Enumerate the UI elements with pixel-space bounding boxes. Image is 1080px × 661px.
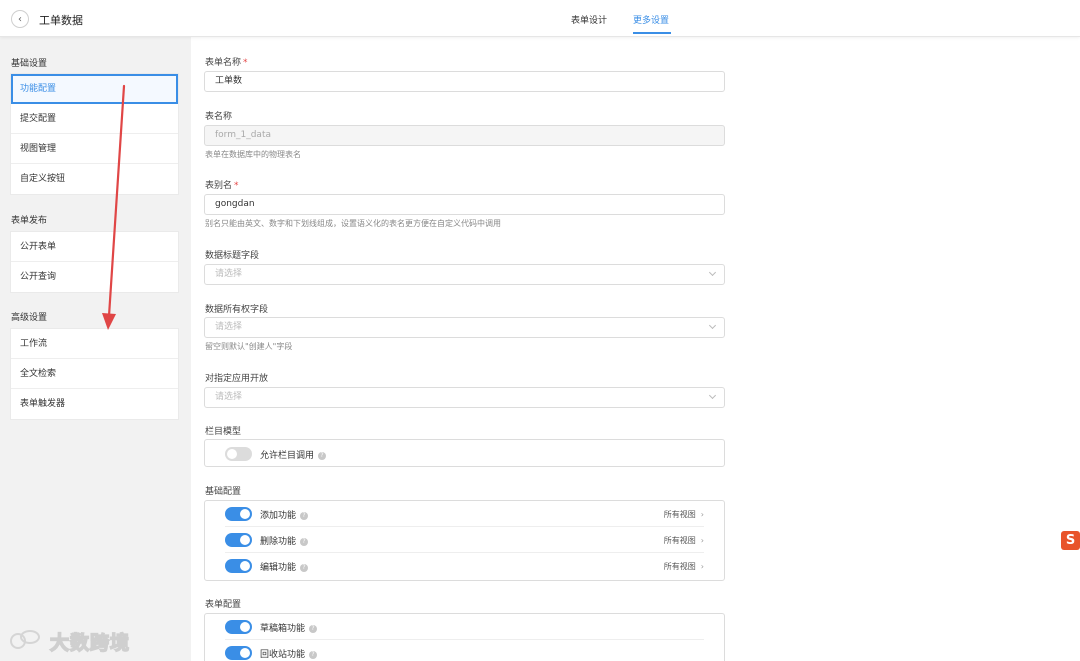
column-model-label: 栏目模型	[205, 427, 242, 437]
sidebar-section-title: 表单发布	[11, 216, 48, 226]
chevron-right-icon: ›	[700, 562, 704, 571]
allow-column-toggle[interactable]	[225, 447, 252, 461]
table-name-hint: 表单在数据库中的物理表名	[205, 150, 301, 159]
chevron-right-icon: ›	[700, 536, 704, 545]
form-name-label: 表单名称 *	[205, 58, 248, 68]
recycle-function-label: 回收站功能?	[260, 647, 318, 660]
chevron-down-icon	[708, 268, 717, 277]
sidebar-item-workflow[interactable]: 工作流	[11, 329, 178, 359]
column-model-panel: 允许栏目调用?	[204, 439, 725, 467]
help-icon: ?	[318, 452, 327, 460]
watermark-text: 大数跨境	[49, 631, 131, 655]
chevron-left-icon: ‹	[18, 13, 22, 25]
owner-field-label: 数据所有权字段	[205, 305, 269, 315]
table-name-input: form_1_data	[204, 125, 725, 146]
sidebar-item-public-form[interactable]: 公开表单	[11, 232, 178, 262]
top-bar: ‹ 工单数据 表单设计 更多设置	[0, 0, 1080, 37]
sidebar-section-title: 高级设置	[11, 313, 48, 323]
sidebar-item-submit-config[interactable]: 提交配置	[11, 104, 178, 134]
chevron-down-icon	[708, 321, 717, 330]
title-field-placeholder: 请选择	[215, 269, 243, 279]
sidebar-item-custom-buttons[interactable]: 自定义按钮	[11, 164, 178, 194]
allow-column-label: 允许栏目调用?	[260, 448, 327, 461]
sidebar-item-fulltext-search[interactable]: 全文检索	[11, 359, 178, 389]
open-to-app-label: 对指定应用开放	[205, 374, 269, 384]
page-title: 工单数据	[39, 14, 83, 27]
draft-function-toggle[interactable]	[225, 620, 252, 634]
help-icon: ?	[309, 625, 318, 633]
owner-field-placeholder: 请选择	[215, 322, 243, 332]
form-name-input[interactable]: 工单数	[204, 71, 725, 92]
tab-more-settings[interactable]: 更多设置	[633, 13, 669, 26]
chevron-down-icon	[708, 391, 717, 400]
edit-function-label: 编辑功能?	[260, 560, 309, 573]
alias-input[interactable]: gongdan	[204, 194, 725, 215]
edit-function-toggle[interactable]	[225, 559, 252, 573]
table-name-label: 表名称	[205, 112, 233, 122]
chevron-right-icon: ›	[700, 510, 704, 519]
help-icon: ?	[300, 512, 309, 520]
add-function-toggle[interactable]	[225, 507, 252, 521]
back-button[interactable]: ‹	[11, 10, 29, 28]
open-to-app-placeholder: 请选择	[215, 392, 243, 402]
draft-function-label: 草稿箱功能?	[260, 621, 318, 634]
form-config-panel: 草稿箱功能? 回收站功能?	[204, 613, 725, 661]
draft-function-row: 草稿箱功能?	[225, 614, 704, 640]
owner-field-hint: 留空则默认"创建人"字段	[205, 342, 293, 351]
help-icon: ?	[300, 564, 309, 572]
add-function-views-link[interactable]: 所有视图 ›	[664, 509, 704, 520]
sidebar-group-basic: 功能配置 提交配置 视图管理 自定义按钮	[10, 73, 179, 195]
edit-function-row: 编辑功能? 所有视图 ›	[225, 553, 704, 579]
help-icon: ?	[300, 538, 309, 546]
column-model-row: 允许栏目调用?	[225, 440, 704, 466]
sidebar-item-form-trigger[interactable]: 表单触发器	[11, 389, 178, 419]
open-to-app-select[interactable]: 请选择	[204, 387, 725, 408]
recycle-function-toggle[interactable]	[225, 646, 252, 660]
help-icon: ?	[309, 651, 318, 659]
add-function-row: 添加功能? 所有视图 ›	[225, 501, 704, 527]
sidebar-group-publish: 公开表单 公开查询	[10, 231, 179, 293]
owner-field-select[interactable]: 请选择	[204, 317, 725, 338]
watermark: 大数跨境	[10, 628, 130, 654]
alias-hint: 别名只能由英文、数字和下划线组成，设置语义化的表名更方便在自定义代码中调用	[205, 219, 501, 228]
tab-form-design[interactable]: 表单设计	[571, 13, 607, 26]
sidebar-group-advanced: 工作流 全文检索 表单触发器	[10, 328, 179, 420]
basic-config-panel: 添加功能? 所有视图 › 删除功能? 所有视图 › 编辑功能? 所有视图 ›	[204, 500, 725, 581]
sidebar: 基础设置 功能配置 提交配置 视图管理 自定义按钮 表单发布 公开表单 公开查询…	[0, 37, 191, 661]
sidebar-item-function-config[interactable]: 功能配置	[11, 74, 178, 104]
sidebar-item-public-query[interactable]: 公开查询	[11, 262, 178, 292]
delete-function-row: 删除功能? 所有视图 ›	[225, 527, 704, 553]
basic-config-label: 基础配置	[205, 487, 242, 497]
recycle-function-row: 回收站功能?	[225, 640, 704, 661]
delete-function-toggle[interactable]	[225, 533, 252, 547]
alias-label: 表别名 *	[205, 181, 239, 191]
delete-function-views-link[interactable]: 所有视图 ›	[664, 535, 704, 546]
active-tab-indicator	[633, 32, 671, 34]
form-config-label: 表单配置	[205, 600, 242, 610]
sidebar-section-title: 基础设置	[11, 59, 48, 69]
title-field-select[interactable]: 请选择	[204, 264, 725, 285]
ime-s-icon[interactable]: S	[1061, 531, 1080, 550]
delete-function-label: 删除功能?	[260, 534, 309, 547]
add-function-label: 添加功能?	[260, 508, 309, 521]
edit-function-views-link[interactable]: 所有视图 ›	[664, 561, 704, 572]
sidebar-item-view-management[interactable]: 视图管理	[11, 134, 178, 164]
title-field-label: 数据标题字段	[205, 251, 260, 261]
watermark-logo-icon	[10, 630, 42, 652]
